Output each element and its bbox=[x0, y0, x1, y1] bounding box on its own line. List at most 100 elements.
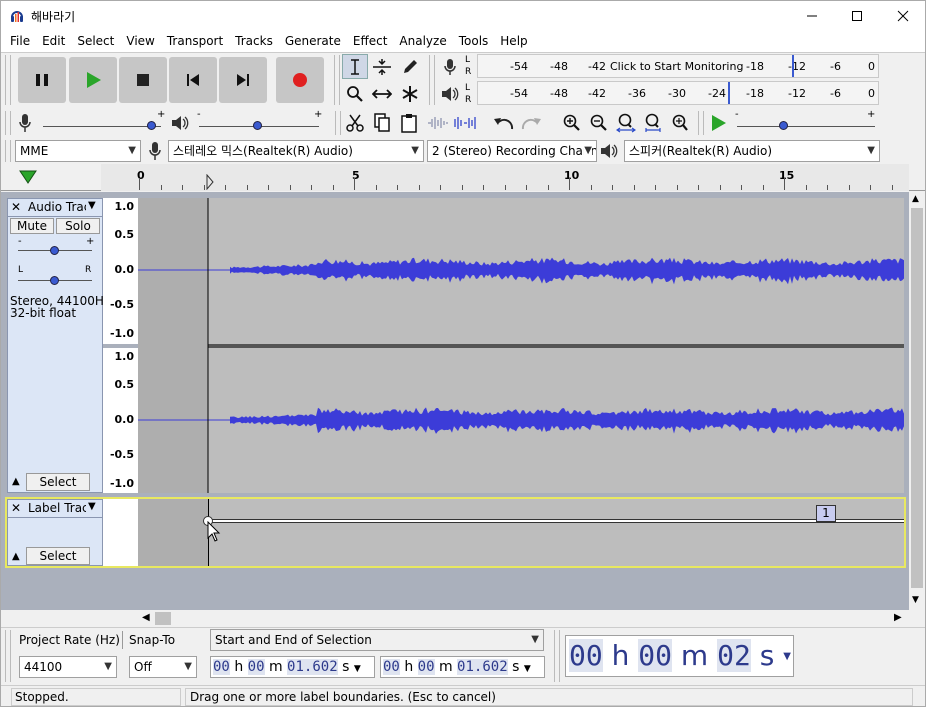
scroll-right-icon[interactable]: ▶ bbox=[894, 612, 902, 623]
audio-position-time[interactable]: 00 h 00 m 02 s ▼ bbox=[565, 635, 794, 677]
audio-track-close-button[interactable]: ✕ bbox=[11, 200, 21, 214]
scroll-down-icon[interactable]: ▼ bbox=[912, 595, 919, 605]
meter-toolbar-grip[interactable] bbox=[429, 55, 435, 105]
label-text-box[interactable]: 1 bbox=[816, 505, 836, 522]
horizontal-scrollbar[interactable]: ◀ ▶ bbox=[1, 610, 909, 627]
recording-volume-slider[interactable]: + bbox=[41, 109, 165, 133]
vertical-scrollbar-thumb[interactable] bbox=[911, 208, 923, 588]
playback-volume-slider[interactable]: - + bbox=[197, 109, 322, 133]
multi-tool-button[interactable] bbox=[397, 81, 423, 106]
horizontal-scrollbar-thumb[interactable] bbox=[155, 612, 171, 625]
silence-button[interactable] bbox=[452, 110, 478, 135]
gain-slider[interactable] bbox=[18, 242, 92, 256]
tools-toolbar-grip[interactable] bbox=[334, 55, 340, 105]
channel2-vertical-ruler[interactable]: 1.0 0.5 0.0 -0.5 -1.0 bbox=[103, 348, 138, 493]
collapse-track-icon[interactable]: ▲ bbox=[12, 551, 20, 562]
label-track-control-panel[interactable]: ✕ Label Trac ▼ ▲ Select bbox=[7, 499, 103, 566]
label-track-close-button[interactable]: ✕ bbox=[11, 501, 21, 515]
close-button[interactable] bbox=[880, 1, 925, 31]
audio-track-select-button[interactable]: Select bbox=[26, 473, 90, 491]
zoom-toggle-button[interactable] bbox=[667, 110, 693, 135]
audio-track-name-menu[interactable]: Audio Trac bbox=[28, 200, 86, 214]
play-button[interactable] bbox=[69, 57, 117, 103]
playback-speed-slider[interactable]: - + bbox=[735, 109, 877, 133]
audio-waveform[interactable] bbox=[138, 198, 904, 493]
selection-end-time[interactable]: 00 h 00 m 01.602 s ▼ bbox=[380, 656, 545, 678]
zoom-out-button[interactable] bbox=[586, 110, 612, 135]
label-track-area[interactable]: 1 bbox=[138, 499, 904, 566]
track-menu-dropdown-icon[interactable]: ▼ bbox=[88, 501, 96, 512]
record-button[interactable] bbox=[276, 57, 324, 103]
menu-edit[interactable]: Edit bbox=[37, 31, 72, 52]
menu-tools[interactable]: Tools bbox=[454, 31, 496, 52]
fit-project-button[interactable] bbox=[640, 110, 666, 135]
channel1-vertical-ruler[interactable]: 1.0 0.5 0.0 -0.5 -1.0 bbox=[103, 198, 138, 344]
time-format-dropdown-icon[interactable]: ▼ bbox=[354, 664, 361, 674]
collapse-track-icon[interactable]: ▲ bbox=[12, 476, 20, 487]
menu-tracks[interactable]: Tracks bbox=[230, 31, 280, 52]
time-format-dropdown-icon[interactable]: ▼ bbox=[524, 664, 531, 674]
label-span-bar[interactable] bbox=[210, 519, 904, 523]
transport-toolbar-grip[interactable] bbox=[5, 55, 11, 105]
selection-start-time[interactable]: 00 h 00 m 01.602 s ▼ bbox=[210, 656, 375, 678]
slider-thumb[interactable] bbox=[253, 121, 262, 130]
mixer-toolbar-grip[interactable] bbox=[5, 111, 11, 135]
menu-select[interactable]: Select bbox=[72, 31, 121, 52]
menu-generate[interactable]: Generate bbox=[280, 31, 348, 52]
menu-help[interactable]: Help bbox=[495, 31, 534, 52]
play-at-speed-button[interactable] bbox=[705, 110, 731, 135]
slider-thumb[interactable] bbox=[50, 276, 59, 285]
slider-thumb[interactable] bbox=[779, 121, 788, 130]
label-track-name-menu[interactable]: Label Trac bbox=[28, 501, 86, 515]
slider-thumb[interactable] bbox=[50, 246, 59, 255]
menu-view[interactable]: View bbox=[121, 31, 161, 52]
recording-device-select[interactable]: 스테레오 믹스(Realtek(R) Audio) ▼ bbox=[168, 140, 424, 162]
slider-thumb[interactable] bbox=[147, 121, 156, 130]
project-rate-select[interactable]: 44100 ▼ bbox=[19, 656, 117, 678]
audio-track-control-panel[interactable]: ✕ Audio Trac ▼ Mute Solo - + L R Stereo,… bbox=[7, 198, 110, 493]
cut-button[interactable] bbox=[342, 110, 368, 135]
selection-tool-button[interactable] bbox=[342, 54, 368, 79]
zoom-tool-button[interactable] bbox=[342, 81, 368, 106]
audio-host-select[interactable]: MME ▼ bbox=[15, 140, 141, 162]
track-menu-dropdown-icon[interactable]: ▼ bbox=[88, 200, 96, 211]
scroll-left-icon[interactable]: ◀ bbox=[142, 612, 150, 623]
scroll-up-icon[interactable]: ▲ bbox=[912, 194, 919, 204]
pan-slider[interactable] bbox=[18, 272, 92, 286]
menu-effect[interactable]: Effect bbox=[348, 31, 395, 52]
timeline-ruler[interactable]: 0 5 10 15 bbox=[1, 164, 925, 191]
timeshift-tool-button[interactable] bbox=[369, 81, 395, 106]
mute-button[interactable]: Mute bbox=[10, 218, 54, 234]
draw-tool-button[interactable] bbox=[397, 54, 423, 79]
maximize-button[interactable] bbox=[834, 1, 880, 31]
minimize-button[interactable] bbox=[789, 1, 835, 31]
record-meter-button[interactable] bbox=[437, 54, 463, 79]
menu-file[interactable]: File bbox=[5, 31, 37, 52]
undo-button[interactable] bbox=[491, 110, 517, 135]
play-meter-button[interactable] bbox=[437, 81, 463, 106]
stop-button[interactable] bbox=[119, 57, 167, 103]
edit-toolbar-grip[interactable] bbox=[335, 111, 341, 135]
device-toolbar-grip[interactable] bbox=[5, 140, 11, 162]
fit-selection-button[interactable] bbox=[613, 110, 639, 135]
envelope-tool-button[interactable] bbox=[369, 54, 395, 79]
time-format-dropdown-icon[interactable]: ▼ bbox=[783, 651, 791, 662]
solo-button[interactable]: Solo bbox=[56, 218, 100, 234]
zoom-in-button[interactable] bbox=[559, 110, 585, 135]
play-meter[interactable]: -54 -48 -42 -36 -30 -24 -18 -12 -6 0 bbox=[477, 81, 879, 105]
paste-button[interactable] bbox=[396, 110, 422, 135]
playatspeed-toolbar-grip[interactable] bbox=[698, 111, 704, 135]
time-toolbar-grip[interactable] bbox=[554, 630, 560, 682]
skip-to-start-button[interactable] bbox=[169, 57, 217, 103]
label-track-select-button[interactable]: Select bbox=[26, 547, 90, 565]
selection-toolbar-grip[interactable] bbox=[5, 630, 11, 682]
skip-to-end-button[interactable] bbox=[219, 57, 267, 103]
recording-channels-select[interactable]: 2 (Stereo) Recording Chann ▼ bbox=[427, 140, 597, 162]
pause-button[interactable] bbox=[18, 57, 66, 103]
menu-transport[interactable]: Transport bbox=[162, 31, 230, 52]
redo-button[interactable] bbox=[518, 110, 544, 135]
trim-button[interactable] bbox=[425, 110, 451, 135]
vertical-scrollbar[interactable]: ▲ ▼ bbox=[909, 192, 925, 610]
record-meter[interactable]: -54 -48 -42 Click to Start Monitoring -1… bbox=[477, 54, 879, 78]
play-head-toggle-icon[interactable] bbox=[19, 170, 37, 184]
